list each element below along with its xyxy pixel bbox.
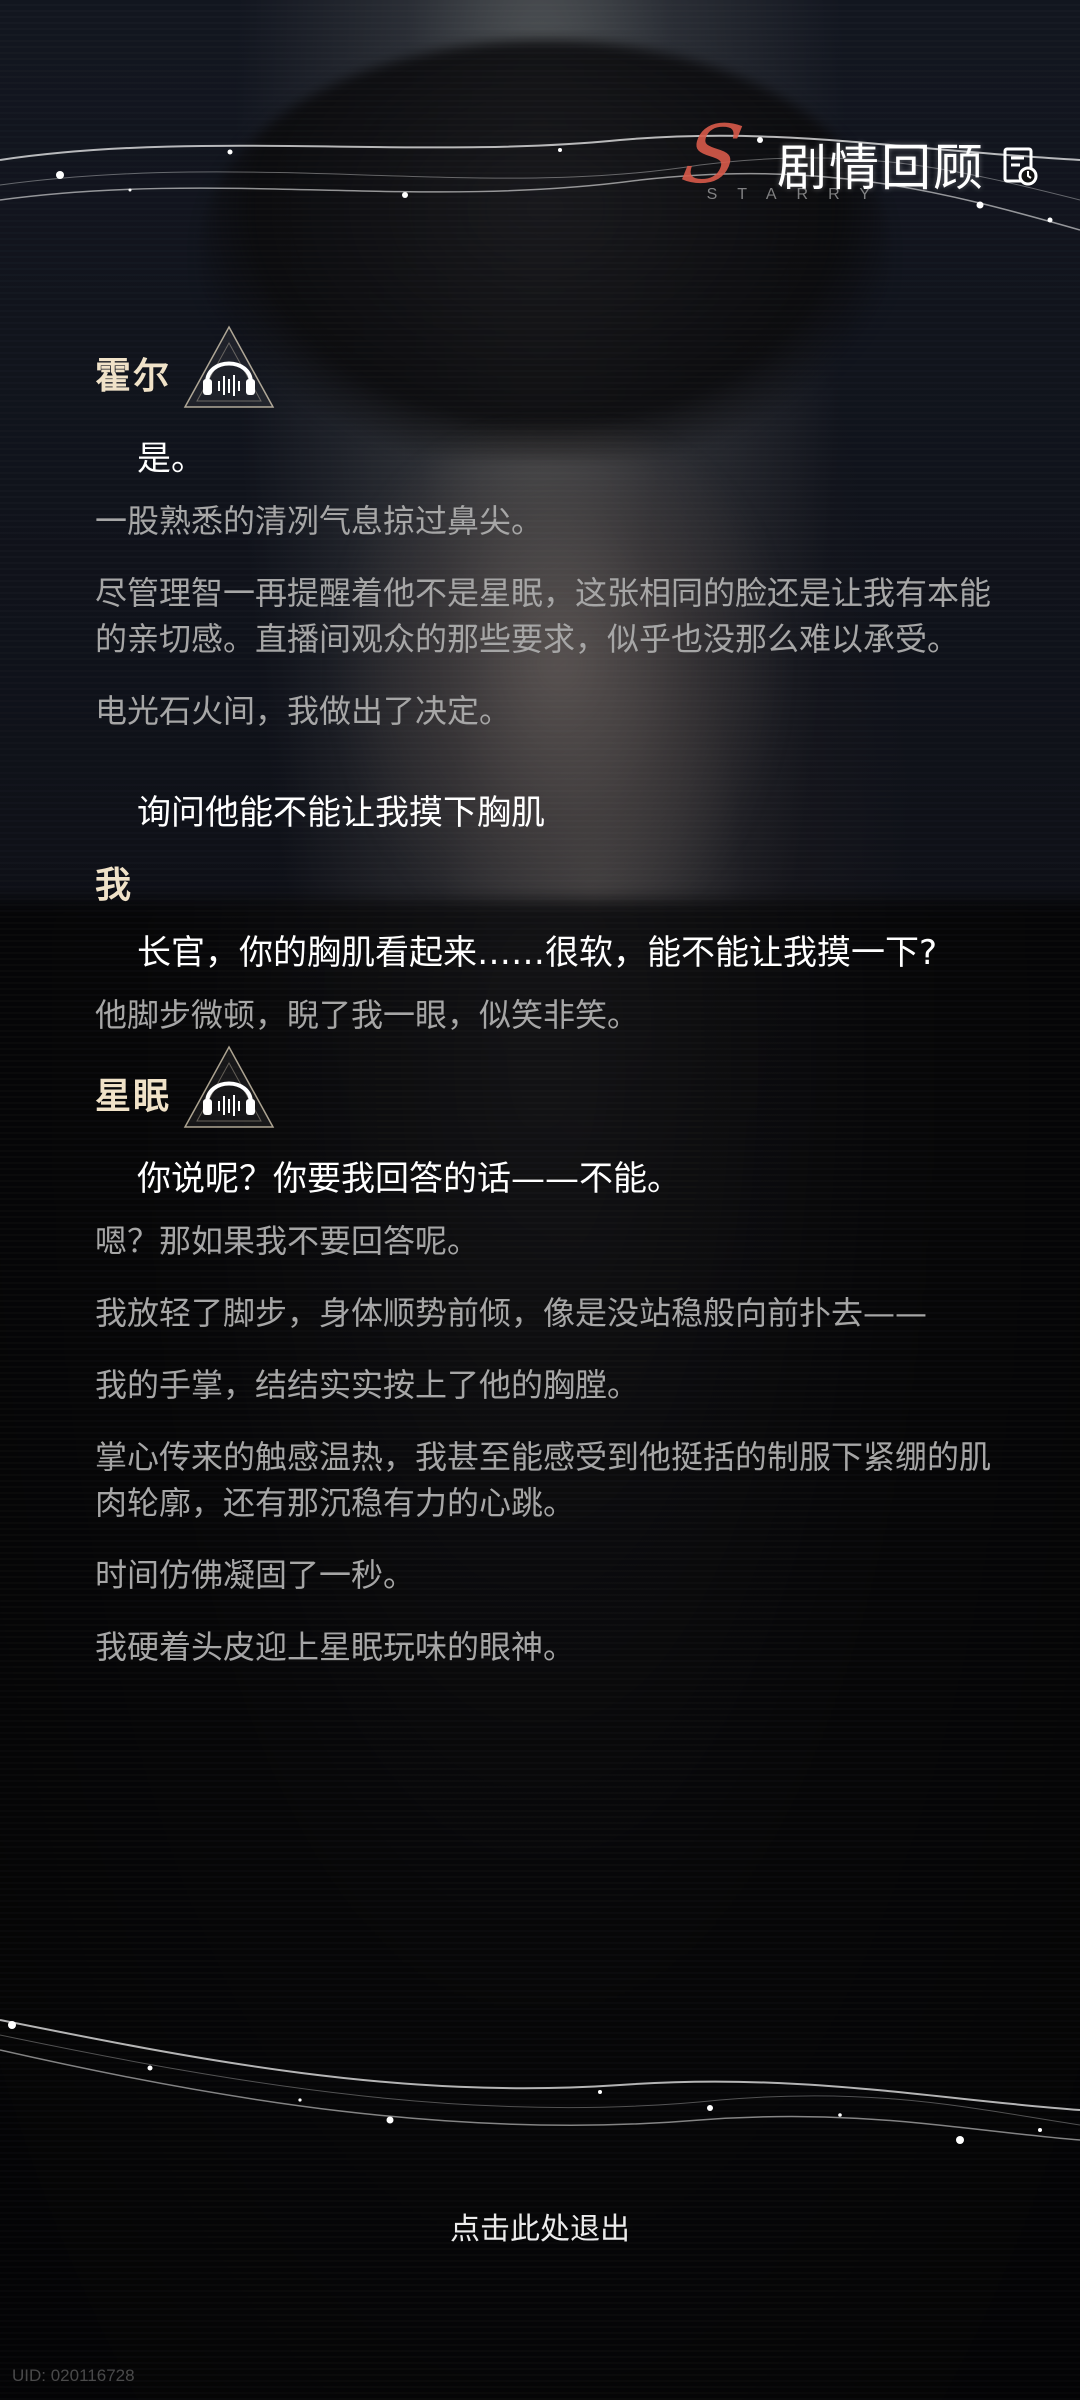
- exit-button[interactable]: 点击此处退出: [0, 2204, 1080, 2248]
- narration-line: 我硬着头皮迎上星眠玩味的眼神。: [95, 1628, 576, 1666]
- speaker-header: 我: [95, 842, 1005, 922]
- narration-line: 掌心传来的触感温热，我甚至能感受到他挺括的制服下紧绷的肌肉轮廓，还有那沉稳有力的…: [95, 1438, 992, 1522]
- story-log[interactable]: 霍尔 是。 一股熟悉的清冽气息掠过鼻尖。 尽管理智一再提醒着他不是星眠，这张相同…: [95, 318, 1005, 1696]
- story-review-icon[interactable]: [1002, 146, 1038, 186]
- page-subtitle: STARRY: [706, 186, 890, 203]
- narration-line: 尽管理智一再提醒着他不是星眠，这张相同的脸还是让我有本能的亲切感。直播间观众的那…: [95, 574, 992, 658]
- speaker-name: 我: [95, 864, 134, 906]
- narration-line: 我的手掌，结结实实按上了他的胸膛。: [95, 1366, 640, 1404]
- headphone-voice-icon[interactable]: [177, 1041, 281, 1145]
- speaker-header: 星眠: [95, 1038, 1005, 1148]
- narration-line: 我放轻了脚步，身体顺势前倾，像是没站稳般向前扑去——: [95, 1294, 928, 1332]
- speaker-header: 霍尔: [95, 318, 1005, 428]
- narration-line: 电光石火间，我做出了决定。: [95, 692, 512, 730]
- narration-line: 嗯？那如果我不要回答呢。: [95, 1222, 480, 1260]
- speaker-name: 星眠: [95, 1075, 172, 1117]
- narration-line: 一股熟悉的清冽气息掠过鼻尖。: [95, 502, 544, 540]
- dialogue-line: 长官，你的胸肌看起来……很软，能不能让我摸一下?: [137, 933, 938, 973]
- dialogue-line: 是。: [137, 439, 205, 479]
- user-id-label: UID: 020116728: [12, 2366, 135, 2385]
- bottom-sparkle-wave: [0, 2019, 1080, 2144]
- selected-choice: 询问他能不能让我摸下胸肌: [137, 793, 545, 833]
- headphone-voice-icon[interactable]: [177, 321, 281, 425]
- speaker-name: 霍尔: [95, 355, 172, 397]
- narration-line: 他脚步微顿，睨了我一眼，似笑非笑。: [95, 996, 640, 1034]
- dialogue-line: 你说呢？你要我回答的话——不能。: [137, 1159, 681, 1199]
- narration-line: 时间仿佛凝固了一秒。: [95, 1556, 416, 1594]
